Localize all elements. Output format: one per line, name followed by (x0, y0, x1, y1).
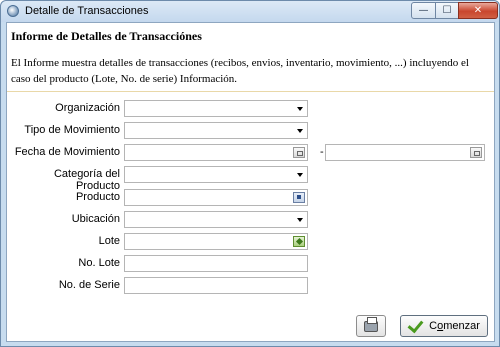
report-title: Informe de Detalles de Transacciónes (11, 29, 202, 43)
report-description: El Informe muestra detalles de transacci… (11, 57, 469, 85)
product-label: Producto (75, 191, 120, 203)
start-button[interactable]: Comenzar (400, 315, 488, 337)
movement-type-select[interactable] (124, 122, 308, 139)
title-bar[interactable]: Detalle de Transacciones — ☐ ✕ (1, 1, 499, 22)
chevron-down-icon[interactable] (293, 102, 306, 115)
close-icon: ✕ (473, 5, 483, 16)
action-bar: Comenzar (7, 311, 494, 341)
product-search-icon[interactable] (293, 192, 305, 203)
serial-number-input[interactable] (124, 277, 308, 294)
lot-search-icon[interactable] (293, 236, 305, 247)
location-label: Ubicación (71, 213, 120, 225)
check-icon (408, 320, 424, 332)
lot-field[interactable] (124, 233, 308, 250)
serial-number-label: No. de Serie (58, 279, 120, 291)
organization-select[interactable] (124, 100, 308, 117)
minimize-button[interactable]: — (411, 2, 436, 19)
close-button[interactable]: ✕ (458, 2, 498, 19)
print-button[interactable] (356, 315, 386, 337)
movement-type-label: Tipo de Movimiento (24, 124, 120, 136)
calendar-icon[interactable] (293, 147, 305, 158)
organization-label: Organización (55, 102, 120, 114)
dialog-content: Informe de Detalles de Transacciónes El … (6, 22, 495, 342)
report-header: Informe de Detalles de Transacciónes El … (7, 23, 494, 91)
minimize-icon: — (418, 5, 429, 16)
product-field[interactable] (124, 189, 308, 206)
lot-number-label: No. Lote (78, 257, 120, 269)
location-select[interactable] (124, 211, 308, 228)
parameter-form: Organización Tipo de Movimiento Fecha de… (7, 92, 494, 311)
date-range-separator: - (320, 146, 324, 158)
chevron-down-icon[interactable] (293, 213, 306, 226)
movement-date-to-field[interactable] (325, 144, 485, 161)
dialog-window: Detalle de Transacciones — ☐ ✕ Informe d… (0, 0, 500, 347)
lot-label: Lote (98, 235, 120, 247)
chevron-down-icon[interactable] (293, 124, 306, 137)
product-category-label: Categoría del Producto (53, 168, 120, 192)
app-icon (7, 5, 19, 17)
movement-date-label: Fecha de Movimiento (14, 146, 120, 158)
lot-number-input[interactable] (124, 255, 308, 272)
calendar-icon[interactable] (470, 147, 482, 158)
movement-date-from-field[interactable] (124, 144, 308, 161)
chevron-down-icon[interactable] (293, 168, 306, 181)
maximize-button[interactable]: ☐ (435, 2, 459, 19)
product-category-select[interactable] (124, 166, 308, 183)
printer-icon (364, 316, 378, 332)
window-title: Detalle de Transacciones (25, 5, 149, 17)
maximize-icon: ☐ (442, 5, 452, 16)
start-button-label: Comenzar (429, 320, 480, 332)
